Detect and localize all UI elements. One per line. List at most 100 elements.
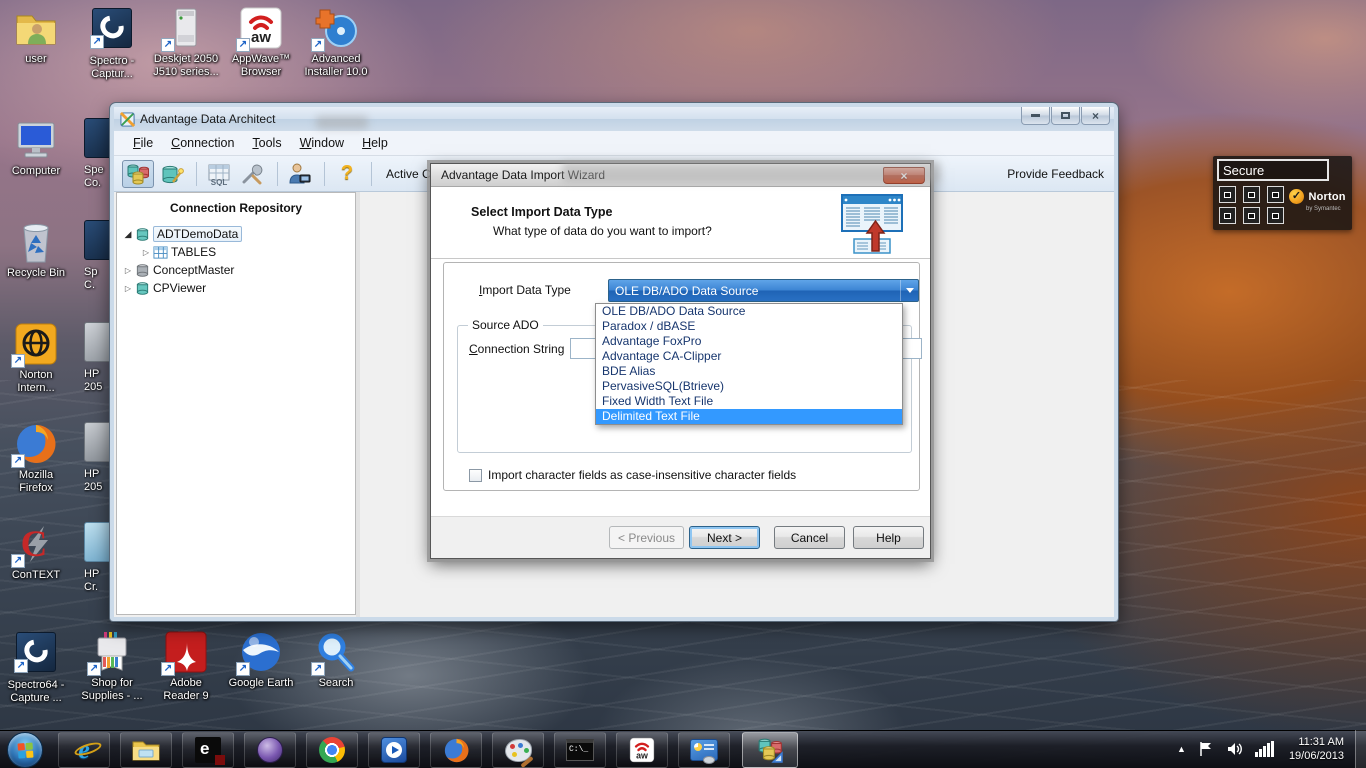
menu-help[interactable]: Help	[353, 132, 397, 154]
desktop-icon-shop-supplies[interactable]: ↗ Shop for Supplies - ...	[76, 630, 148, 703]
norton-tile[interactable]	[1243, 207, 1260, 224]
shortcut-arrow-icon: ↗	[11, 354, 25, 368]
norton-tile[interactable]	[1219, 186, 1236, 203]
context-icon: C ↗	[14, 522, 58, 566]
minimize-button[interactable]	[1021, 107, 1050, 125]
desktop-icon-partial-3[interactable]: HP 205	[84, 322, 110, 418]
dropdown-option[interactable]: OLE DB/ADO Data Source	[596, 304, 902, 319]
menu-connection[interactable]: Connection	[162, 132, 243, 154]
desktop-icon-context[interactable]: C ↗ ConTEXT	[0, 522, 72, 582]
taskbar-eclipse[interactable]	[244, 732, 296, 768]
tree-item-adtdemodata[interactable]: ◢ ADTDemoData	[117, 225, 355, 243]
dropdown-option[interactable]: BDE Alias	[596, 364, 902, 379]
desktop-icon-advanced-installer[interactable]: ↗ Advanced Installer 10.0	[300, 6, 372, 79]
svg-text:aw: aw	[251, 29, 271, 46]
spectro64-icon: ↗	[14, 632, 58, 676]
combobox-dropdown-button[interactable]	[900, 280, 918, 301]
provide-feedback-link[interactable]: Provide Feedback	[1007, 167, 1104, 181]
next-button[interactable]: Next >	[689, 526, 760, 549]
desktop-icon-recycle-bin[interactable]: Recycle Bin	[0, 220, 72, 280]
network-signal-icon[interactable]	[1255, 741, 1275, 757]
connection-tree: ◢ ADTDemoData ▷ TABLES ▷ ConceptMaster	[117, 225, 355, 297]
tree-item-tables[interactable]: ▷ TABLES	[117, 243, 355, 261]
menu-tools[interactable]: Tools	[243, 132, 290, 154]
taskbar-e-app[interactable]: e	[182, 732, 234, 768]
desktop-icon-deskjet[interactable]: ↗ Deskjet 2050 J510 series...	[150, 6, 222, 79]
taskbar-windows-explorer[interactable]	[120, 732, 172, 768]
help-button[interactable]: Help	[853, 526, 924, 549]
norton-tile[interactable]	[1267, 207, 1284, 224]
previous-button[interactable]: < Previous	[609, 526, 684, 549]
collapsed-twisty-icon[interactable]: ▷	[123, 284, 133, 293]
desktop-icon-partial-2[interactable]: Sp C.	[84, 220, 110, 316]
tree-item-cpviewer[interactable]: ▷ CPViewer	[117, 279, 355, 297]
taskbar-internet-explorer[interactable]: e	[58, 732, 110, 768]
cancel-button[interactable]: Cancel	[774, 526, 845, 549]
dropdown-option[interactable]: Advantage CA-Clipper	[596, 349, 902, 364]
desktop-icon-spectro[interactable]: ↗ Spectro - Captur...	[76, 6, 148, 81]
norton-tile[interactable]	[1243, 186, 1260, 203]
show-hidden-icons-chevron[interactable]: ▲	[1177, 744, 1186, 754]
help-button[interactable]: ?	[331, 160, 363, 188]
alter-database-button[interactable]	[156, 160, 188, 188]
volume-icon[interactable]	[1226, 741, 1243, 757]
taskbar-appwave[interactable]: aw	[616, 732, 668, 768]
dropdown-option[interactable]: Fixed Width Text File	[596, 394, 902, 409]
taskbar-display-settings[interactable]	[678, 732, 730, 768]
tree-item-conceptmaster[interactable]: ▷ ConceptMaster	[117, 261, 355, 279]
advanced-installer-icon: ↗	[314, 6, 358, 50]
menu-window[interactable]: Window	[291, 132, 353, 154]
show-desktop-button[interactable]	[1355, 730, 1366, 768]
start-button[interactable]	[7, 732, 43, 768]
taskbar-advantage-data-architect[interactable]	[742, 732, 798, 768]
norton-tile[interactable]	[1267, 186, 1284, 203]
tray-clock[interactable]: 11:31 AM 19/06/2013	[1289, 735, 1344, 763]
desktop-icon-adobe-reader[interactable]: ↗ Adobe Reader 9	[150, 630, 222, 703]
collapsed-twisty-icon[interactable]: ▷	[123, 266, 133, 275]
desktop-icon-firefox[interactable]: ↗ Mozilla Firefox	[0, 422, 72, 495]
taskbar-chrome[interactable]	[306, 732, 358, 768]
taskbar-paint[interactable]	[492, 732, 544, 768]
remote-admin-button[interactable]	[284, 160, 316, 188]
connection-repository-panel: Connection Repository ◢ ADTDemoData ▷ TA…	[116, 192, 356, 615]
desktop-icon-search[interactable]: ↗ Search	[300, 630, 372, 690]
action-center-flag-icon[interactable]	[1198, 741, 1214, 757]
desktop-icon-google-earth[interactable]: ↗ Google Earth	[225, 630, 297, 690]
system-tray: ▲ 11:31 AM 19/06/2013	[1171, 730, 1352, 768]
desktop-icon-partial-1[interactable]: Spe Co.	[84, 118, 110, 214]
checkbox-label: Import character fields as case-insensit…	[488, 468, 796, 482]
table-tools-button[interactable]	[237, 160, 269, 188]
desktop-icon-partial-4[interactable]: HP 205	[84, 422, 110, 518]
norton-secure-box[interactable]: Secure	[1217, 159, 1329, 181]
collapsed-twisty-icon[interactable]: ▷	[141, 248, 151, 257]
desktop-icon-appwave[interactable]: aw ↗ AppWave™ Browser	[225, 6, 297, 79]
taskbar-command-prompt[interactable]: C:\_	[554, 732, 606, 768]
dropdown-option[interactable]: Paradox / dBASE	[596, 319, 902, 334]
norton-tile[interactable]	[1219, 207, 1236, 224]
panel-splitter[interactable]	[356, 192, 360, 617]
desktop-icon-spectro64[interactable]: ↗ Spectro64 - Capture ...	[0, 630, 72, 705]
shortcut-arrow-icon: ↗	[311, 662, 325, 676]
expanded-twisty-icon[interactable]: ◢	[123, 229, 133, 240]
norton-globe-icon: ↗	[14, 322, 58, 366]
taskbar-firefox[interactable]	[430, 732, 482, 768]
maximize-button[interactable]	[1051, 107, 1080, 125]
tree-item-label: CPViewer	[153, 281, 206, 295]
desktop-icon-partial-5[interactable]: HP Cr.	[84, 522, 110, 618]
dropdown-option-selected[interactable]: Delimited Text File	[596, 409, 902, 424]
desktop-icon-computer[interactable]: Computer	[0, 118, 72, 178]
desktop-icon-user[interactable]: user	[0, 6, 72, 66]
dropdown-option[interactable]: PervasiveSQL(Btrieve)	[596, 379, 902, 394]
main-window-titlebar[interactable]: Advantage Data Architect	[114, 107, 1114, 131]
dropdown-option[interactable]: Advantage FoxPro	[596, 334, 902, 349]
sql-utility-button[interactable]: SQL	[203, 160, 235, 188]
clock-time: 11:31 AM	[1289, 735, 1344, 749]
close-button[interactable]: ×	[1081, 107, 1110, 125]
menu-file[interactable]: File	[124, 132, 162, 154]
case-insensitive-checkbox[interactable]	[469, 469, 482, 482]
desktop-icon-norton[interactable]: ↗ Norton Intern...	[0, 322, 72, 395]
connect-database-button[interactable]	[122, 160, 154, 188]
wizard-heading: Select Import Data Type	[471, 205, 612, 219]
import-data-type-combobox[interactable]: OLE DB/ADO Data Source	[608, 279, 919, 302]
taskbar-media-player[interactable]	[368, 732, 420, 768]
